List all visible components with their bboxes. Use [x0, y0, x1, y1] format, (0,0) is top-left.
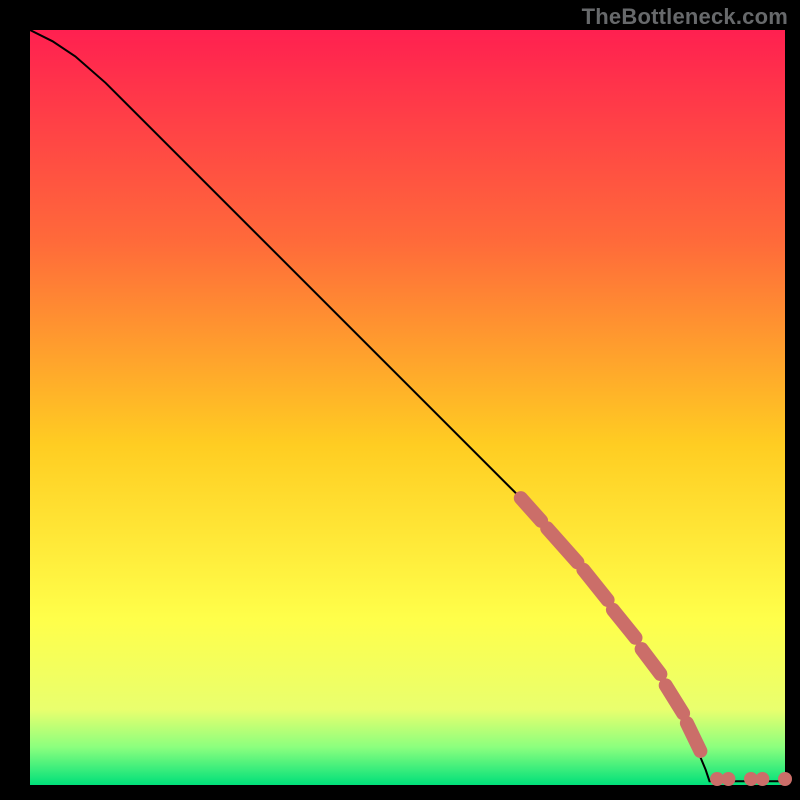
highlight-dot-4 — [778, 772, 792, 786]
chart-frame: TheBottleneck.com — [0, 0, 800, 800]
highlight-dot-1 — [721, 772, 735, 786]
highlight-dot-3 — [755, 772, 769, 786]
chart-svg — [0, 0, 800, 800]
plot-background — [30, 30, 785, 785]
